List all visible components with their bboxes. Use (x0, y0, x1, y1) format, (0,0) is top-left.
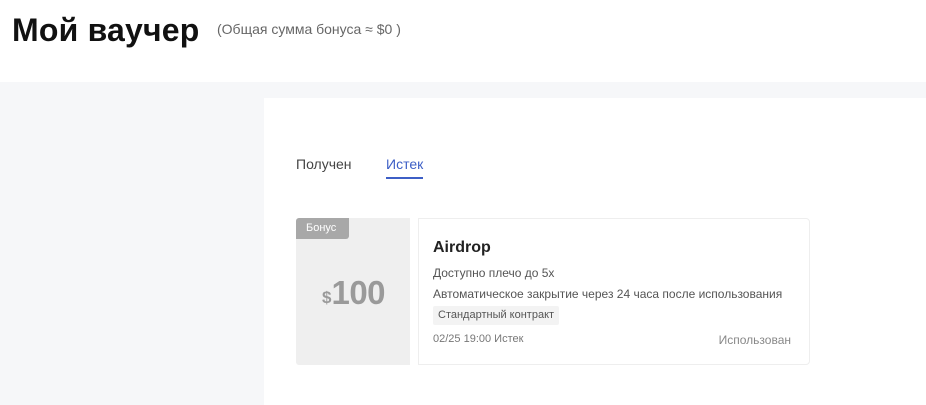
amount-value: 100 (331, 274, 386, 311)
voucher-status: Использован (718, 333, 791, 347)
page-title: Мой ваучер (12, 12, 200, 48)
voucher-title: Airdrop (433, 239, 491, 256)
bonus-badge: Бонус (296, 218, 349, 239)
voucher-expiry-date: 02/25 19:00 Истек (433, 333, 524, 345)
page-header: Мой ваучер (Общая сумма бонуса ≈ $0 ) (0, 0, 926, 82)
voucher-card: Бонус $100 Airdrop Доступно плечо до 5x … (296, 218, 810, 365)
tab-expired[interactable]: Истек (386, 156, 424, 179)
voucher-amount: $100 (322, 274, 386, 312)
voucher-auto-close: Автоматическое закрытие через 24 часа по… (433, 287, 783, 301)
voucher-panel: Получен Истек Бонус $100 Airdrop Доступн… (264, 98, 926, 405)
voucher-details: Airdrop Доступно плечо до 5x Автоматичес… (418, 218, 810, 365)
total-bonus-summary: (Общая сумма бонуса ≈ $0 ) (217, 21, 401, 37)
tab-received[interactable]: Получен (296, 156, 352, 177)
voucher-leverage: Доступно плечо до 5x (433, 266, 555, 280)
voucher-amount-stub: Бонус $100 (296, 218, 414, 365)
contract-type-tag: Стандартный контракт (433, 306, 560, 325)
